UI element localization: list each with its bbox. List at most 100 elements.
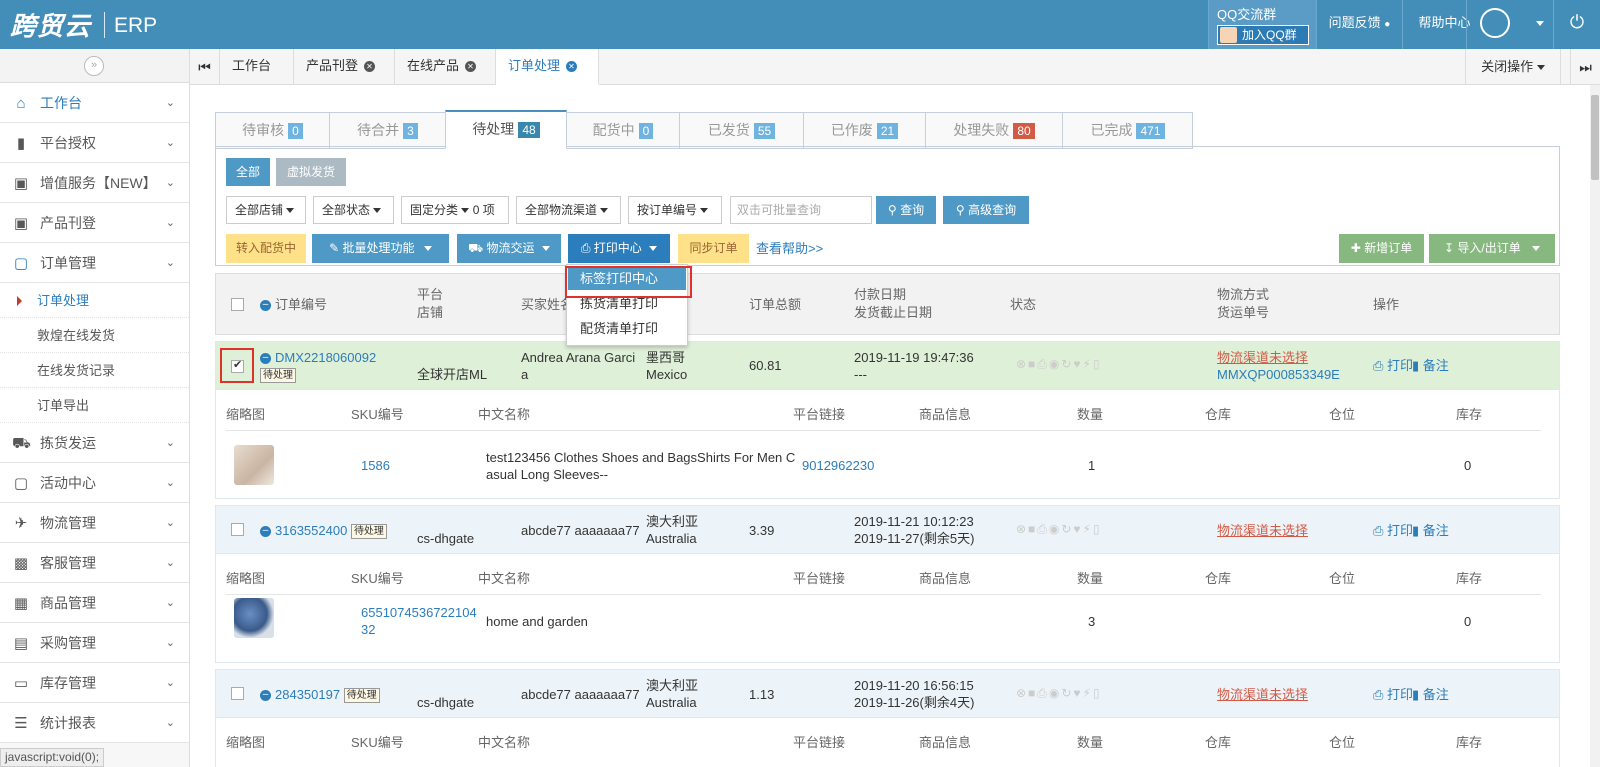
menu-item-allocation-list-print[interactable]: 配货清单打印	[568, 318, 686, 340]
tabs-scroll-right-button[interactable]: ⏭	[1570, 49, 1600, 85]
import-export-button[interactable]: ↧ 导入/出订单	[1429, 234, 1555, 263]
chevron-down-icon: ⌄	[165, 97, 175, 109]
search-field-select[interactable]: 按订单编号	[628, 196, 722, 224]
sidebar-item-customer-service[interactable]: ▩ 客服管理 ⌄	[0, 543, 189, 583]
status-tab-pending-merge[interactable]: 待合并 3	[329, 112, 446, 149]
order-checkbox[interactable]	[231, 523, 244, 536]
logistics-channel-select[interactable]: 全部物流渠道	[516, 196, 621, 224]
status-tab-pending-process[interactable]: 待处理 48	[445, 110, 567, 149]
sidebar-item-product-listing[interactable]: ▣ 产品刊登 ⌄	[0, 203, 189, 243]
feedback-button[interactable]: 问题反馈 ●	[1316, 0, 1402, 49]
sidebar-subitem-order-processing[interactable]: 订单处理	[0, 283, 189, 318]
virtual-shipping-button[interactable]: 虚拟发货	[276, 158, 346, 186]
count-badge: 0	[638, 123, 654, 140]
product-thumbnail[interactable]	[234, 598, 274, 638]
select-shipping-link[interactable]: 物流渠道未选择	[1217, 349, 1308, 366]
sidebar-item-picking[interactable]: ⛟ 拣货发运 ⌄	[0, 423, 189, 463]
sidebar-subitem-order-export[interactable]: 订单导出	[0, 388, 189, 423]
avatar[interactable]	[1480, 8, 1510, 38]
close-icon[interactable]: ✕	[364, 61, 376, 73]
print-center-button[interactable]: ⎙ 打印中心	[568, 234, 670, 263]
advanced-query-button[interactable]: ⚲ 高级查询	[943, 196, 1029, 224]
platform-link[interactable]: 9012962230	[802, 457, 874, 474]
sidebar-subitem-shipping-records[interactable]: 在线发货记录	[0, 353, 189, 388]
sidebar-subitem-dhgate-shipping[interactable]: 敦煌在线发货	[0, 318, 189, 353]
sidebar-item-value-added[interactable]: ▣ 增值服务【NEW】 ⌄	[0, 163, 189, 203]
sku-link[interactable]: 1586	[361, 457, 390, 474]
select-shipping-link[interactable]: 物流渠道未选择	[1217, 522, 1308, 539]
tab-order-processing[interactable]: 订单处理 ✕	[496, 49, 599, 85]
sidebar-item-platform-auth[interactable]: ▮ 平台授权 ⌄	[0, 123, 189, 163]
sidebar-item-workbench[interactable]: ⌂ 工作台 ⌄	[0, 83, 189, 123]
batch-process-button[interactable]: ✎ 批量处理功能	[312, 234, 449, 263]
quantity: 3	[1088, 614, 1096, 629]
filter-all-button[interactable]: 全部	[226, 158, 270, 186]
collapse-icon[interactable]: –	[260, 526, 271, 538]
search-icon: ⚲	[887, 203, 897, 217]
order-number-link[interactable]: DMX2218060092	[275, 350, 376, 365]
sub-header-sku: SKU编号	[351, 571, 404, 586]
sidebar-item-goods[interactable]: ▦ 商品管理 ⌄	[0, 583, 189, 623]
sidebar-item-activity[interactable]: ▢ 活动中心 ⌄	[0, 463, 189, 503]
order-number-link[interactable]: 3163552400	[275, 523, 347, 538]
note-label: 备注	[1422, 523, 1449, 538]
collapse-all-icon[interactable]: –	[260, 300, 271, 312]
fixed-category-select[interactable]: 固定分类 0 项	[401, 196, 509, 224]
header-ship-deadline: 发货截止日期	[854, 305, 933, 320]
close-icon[interactable]: ✕	[566, 61, 578, 73]
sidebar-collapse-toggle[interactable]: »	[0, 49, 189, 83]
pay-date: 2019-11-21 10:12:23	[854, 514, 974, 529]
sub-header-link: 平台链接	[793, 407, 846, 422]
sku-link[interactable]: 6551074536722104	[361, 604, 477, 621]
order-number-link[interactable]: 284350197	[275, 687, 340, 702]
header-ops: 操作	[1373, 297, 1400, 312]
print-order-link[interactable]: ⎙ 打印	[1373, 686, 1413, 703]
tabs-scroll-left-button[interactable]: ⏮	[190, 49, 220, 85]
status-tab-voided[interactable]: 已作废 21	[803, 112, 926, 149]
join-qq-button[interactable]: 加入QQ群	[1217, 25, 1309, 45]
status-tab-shipped[interactable]: 已发货 55	[679, 112, 804, 149]
select-all-checkbox[interactable]	[231, 298, 244, 311]
status-tab-failed[interactable]: 处理失败 80	[925, 112, 1063, 149]
order-note-link[interactable]: ▮ 备注	[1412, 522, 1449, 539]
select-shipping-link[interactable]: 物流渠道未选择	[1217, 686, 1308, 703]
scrollbar-thumb[interactable]	[1591, 95, 1599, 180]
view-help-link[interactable]: 查看帮助>>	[756, 240, 823, 257]
status-tab-pending-review[interactable]: 待审核 0	[215, 112, 330, 149]
sidebar-item-logistics[interactable]: ✈ 物流管理 ⌄	[0, 503, 189, 543]
query-button[interactable]: ⚲ 查询	[876, 196, 936, 224]
tab-product-listing[interactable]: 产品刊登 ✕	[294, 49, 395, 85]
tab-workbench[interactable]: 工作台	[220, 49, 294, 85]
print-order-link[interactable]: ⎙ 打印	[1373, 522, 1413, 539]
sidebar-item-order-management[interactable]: ▢ 订单管理 ⌄	[0, 243, 189, 283]
close-operations-button[interactable]: 关闭操作	[1465, 49, 1561, 85]
status-tab-allocating[interactable]: 配货中 0	[566, 112, 680, 149]
sidebar-item-reports[interactable]: ☰ 统计报表 ⌄	[0, 703, 189, 743]
order-note-link[interactable]: ▮ 备注	[1412, 357, 1449, 374]
collapse-icon[interactable]: –	[260, 353, 271, 365]
logo-divider	[104, 12, 105, 38]
product-thumbnail[interactable]	[234, 445, 274, 485]
transfer-to-allocating-button[interactable]: 转入配货中	[226, 234, 306, 263]
sidebar-item-purchase[interactable]: ▤ 采购管理 ⌄	[0, 623, 189, 663]
sidebar-item-inventory[interactable]: ▭ 库存管理 ⌄	[0, 663, 189, 703]
print-order-link[interactable]: ⎙ 打印	[1373, 357, 1413, 374]
power-button[interactable]: ⏻	[1553, 0, 1600, 49]
tab-online-products[interactable]: 在线产品 ✕	[395, 49, 496, 85]
store-select[interactable]: 全部店铺	[226, 196, 306, 224]
page-scrollbar[interactable]	[1590, 85, 1600, 767]
sku-link-wrap[interactable]: 32	[361, 621, 375, 638]
logistics-dispatch-button[interactable]: ⛟ 物流交运	[457, 234, 561, 263]
product-name: test123456 Clothes Shoes and BagsShirts …	[486, 450, 796, 465]
sync-orders-button[interactable]: 同步订单	[678, 234, 749, 263]
search-input[interactable]: 双击可批量查询	[730, 196, 872, 224]
chat-bubble-icon: ●	[1384, 19, 1391, 30]
new-order-button[interactable]: ✚ 新增订单	[1339, 234, 1424, 263]
close-icon[interactable]: ✕	[465, 61, 477, 73]
sub-header-info: 商品信息	[919, 735, 972, 750]
collapse-icon[interactable]: –	[260, 690, 271, 702]
order-checkbox[interactable]	[231, 687, 244, 700]
status-tab-completed[interactable]: 已完成 471	[1062, 112, 1193, 149]
status-select[interactable]: 全部状态	[313, 196, 394, 224]
order-note-link[interactable]: ▮ 备注	[1412, 686, 1449, 703]
